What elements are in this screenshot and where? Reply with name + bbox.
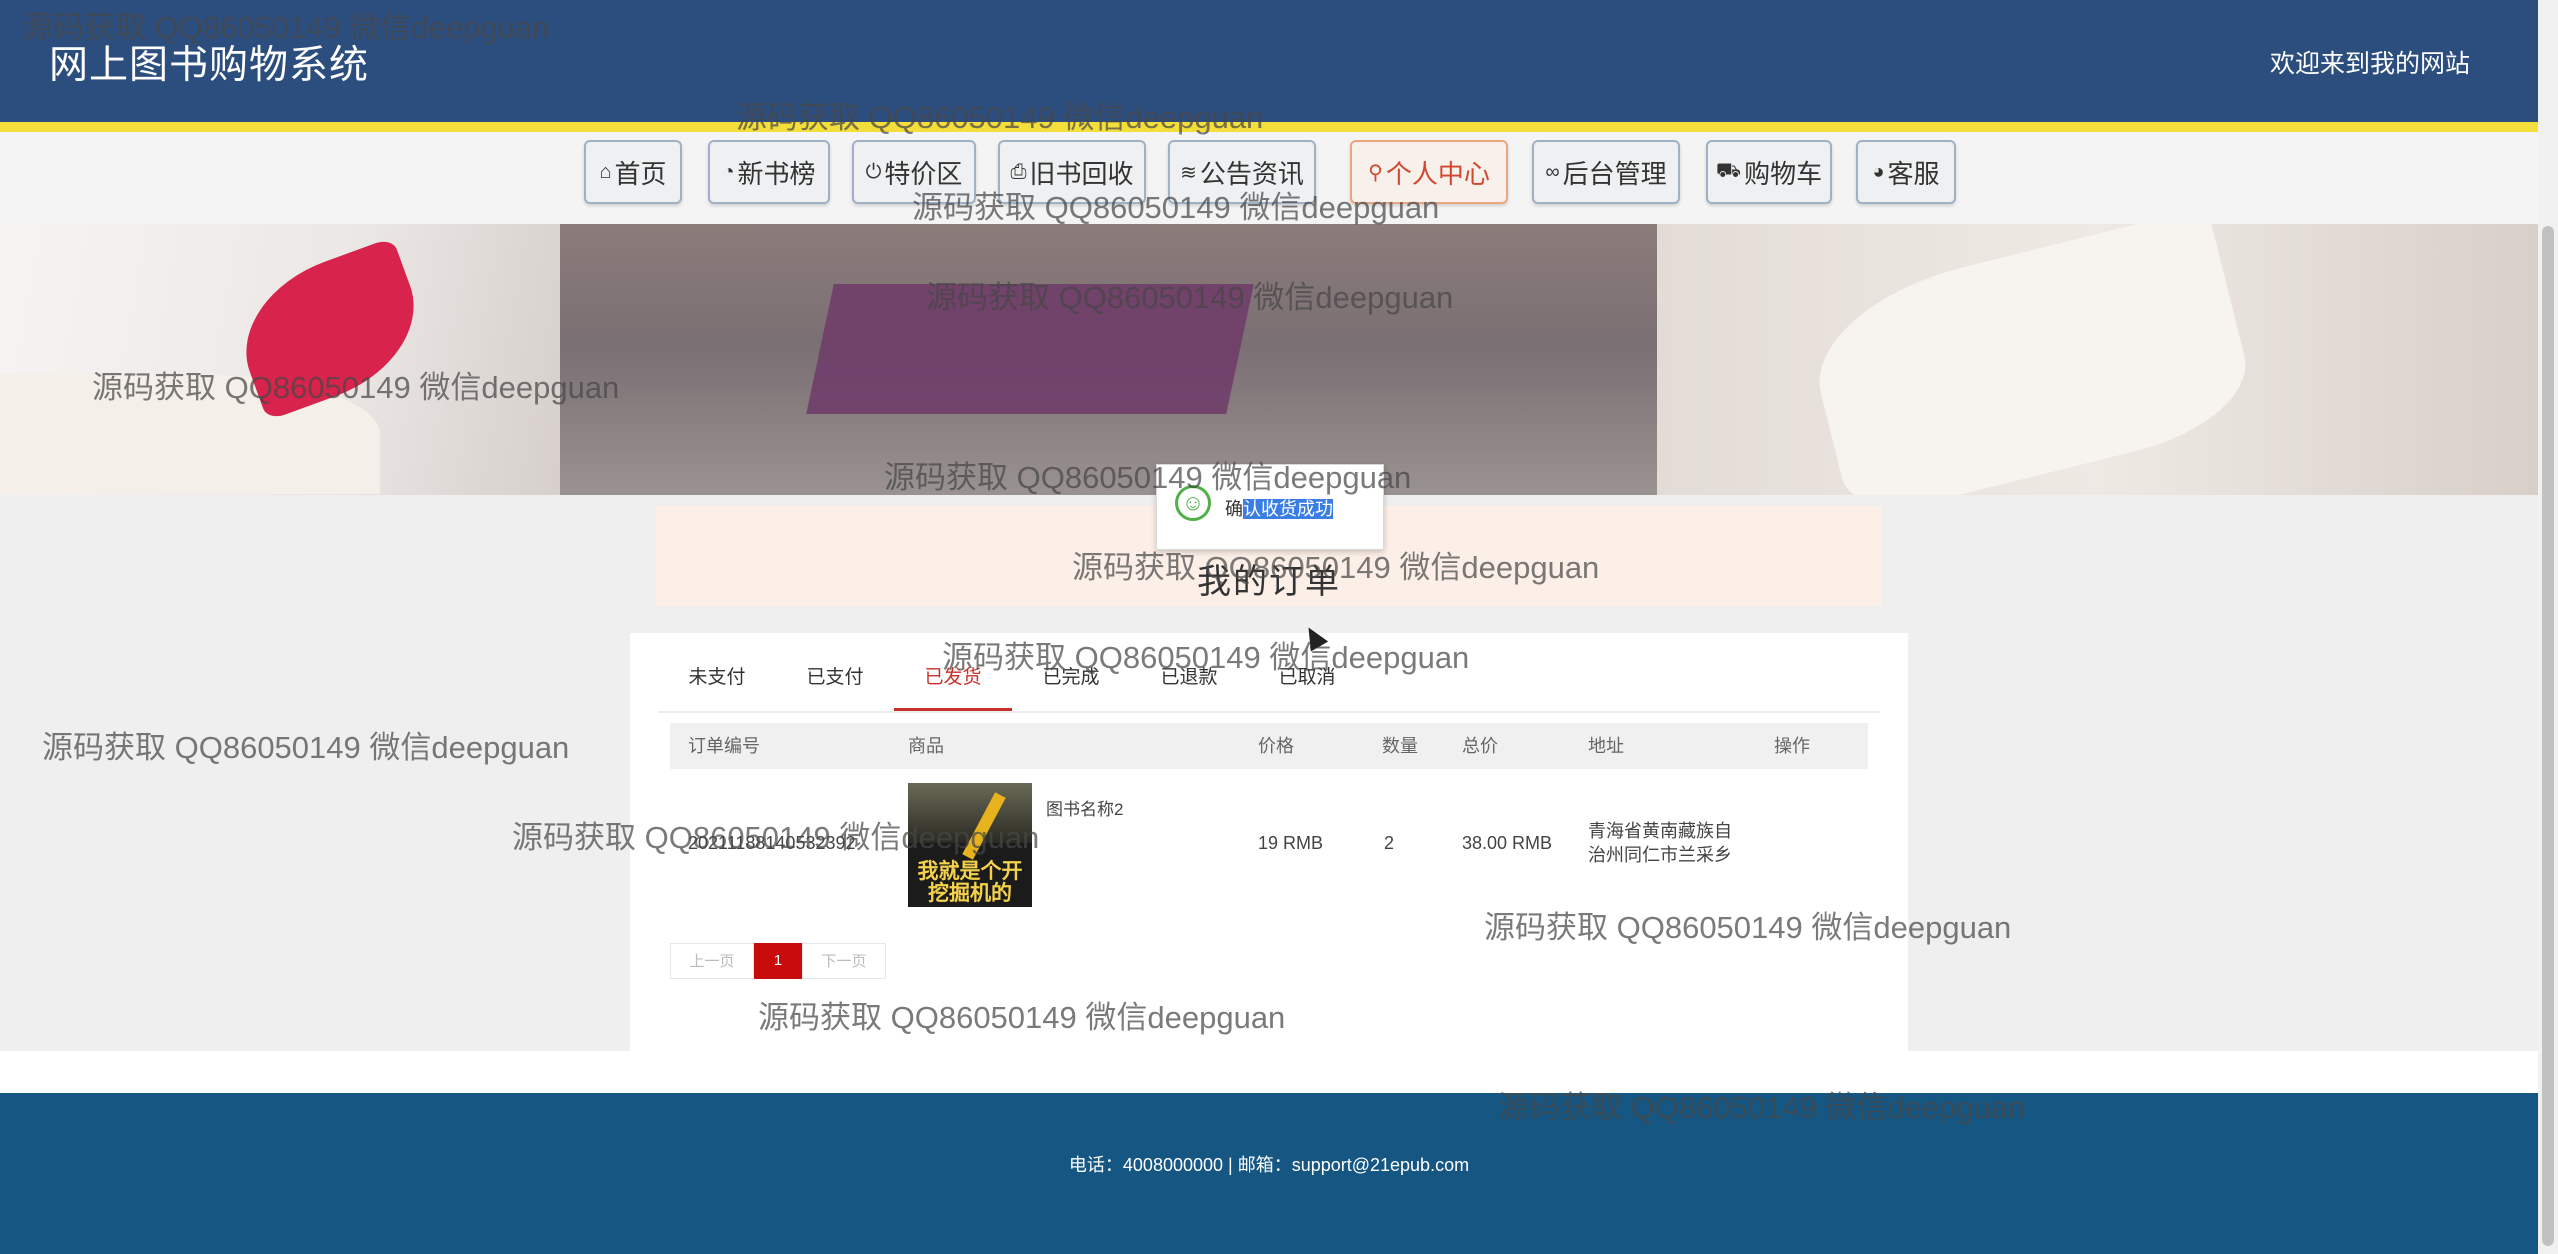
toast-text-prefix: 确 [1225, 499, 1243, 519]
smile-icon: ☺ [1175, 485, 1211, 521]
nav-recycle[interactable]: ⎙ 旧书回收 [998, 140, 1146, 204]
address-value: 青海省黄南藏族自 治州同仁市兰采乡 [1588, 821, 1732, 865]
nav-label: 购物车 [1744, 158, 1823, 189]
nav-label: 新书榜 [737, 158, 816, 189]
page-scrollbar[interactable] [2538, 0, 2558, 1254]
nav-specials[interactable]: ⏻ 特价区 [852, 140, 976, 204]
footer-contact: 电话：4008000000 | 邮箱：support@21epub.com [1068, 1155, 1470, 1175]
site-title: 网上图书购物系统 [49, 44, 370, 87]
home-icon: ⌂ [599, 160, 612, 183]
book-image [806, 284, 1254, 414]
header-accent-stripe [0, 122, 2538, 132]
nav-new-books[interactable]: ◔ 新书榜 [708, 140, 830, 204]
prev-page-button[interactable]: 上一页 [670, 943, 754, 979]
order-tabs: 未支付 已支付 已发货 已完成 已退款 已取消 [658, 647, 1880, 713]
nav-label: 后台管理 [1562, 158, 1667, 189]
printer-icon: ⎙ [1010, 160, 1027, 183]
nav-label: 首页 [614, 158, 667, 189]
dashboard-icon: ◔ [722, 160, 735, 183]
order-number: 20211188140532392 [688, 833, 856, 853]
col-address: 地址 [1588, 736, 1624, 756]
power-icon: ⏻ [865, 160, 882, 183]
nav-support[interactable]: ◕ 客服 [1856, 140, 1956, 204]
toast-message: ☺ 确认收货成功 [1156, 464, 1384, 550]
tab-cancelled[interactable]: 已取消 [1248, 647, 1366, 709]
tab-shipped[interactable]: 已发货 [894, 647, 1012, 711]
nav-cart[interactable]: ⛟ 购物车 [1706, 140, 1832, 204]
footer-separator [0, 1051, 2538, 1093]
orders-card: 未支付 已支付 已发货 已完成 已退款 已取消 订单编号 商品 价格 数量 总价… [630, 633, 1908, 1051]
nav-personal-center[interactable]: ⚲ 个人中心 [1350, 140, 1508, 204]
col-price: 价格 [1258, 736, 1294, 756]
tab-paid[interactable]: 已支付 [776, 647, 894, 709]
col-product: 商品 [908, 736, 944, 756]
nav-announcements[interactable]: ≋ 公告资讯 [1168, 140, 1316, 204]
footer: 电话：4008000000 | 邮箱：support@21epub.com [0, 1093, 2538, 1254]
price-value: 19 RMB [1258, 833, 1324, 853]
tab-unpaid[interactable]: 未支付 [658, 647, 776, 709]
table-header: 订单编号 商品 价格 数量 总价 地址 操作 [670, 723, 1868, 769]
next-page-button[interactable]: 下一页 [802, 943, 886, 979]
scroll-thumb[interactable] [2542, 226, 2554, 1246]
col-total: 总价 [1462, 736, 1498, 756]
nav-home[interactable]: ⌂ 首页 [584, 140, 682, 204]
product-name[interactable]: 图书名称2 [1046, 795, 1123, 820]
col-action: 操作 [1774, 736, 1810, 756]
chat-icon: ◕ [1872, 160, 1885, 183]
tab-completed[interactable]: 已完成 [1012, 647, 1130, 709]
col-order-no: 订单编号 [688, 736, 760, 756]
cover-text: 我就是个开挖掘机的 [917, 860, 1023, 905]
user-icon: ⚲ [1368, 161, 1383, 184]
nav-label: 客服 [1887, 158, 1940, 189]
welcome-text: 欢迎来到我的网站 [2269, 50, 2470, 78]
cart-icon: ⛟ [1715, 159, 1742, 182]
banner-image [0, 224, 2538, 495]
book-cover-image[interactable]: 我就是个开挖掘机的 [908, 783, 1032, 907]
total-value: 38.00 RMB [1462, 833, 1553, 853]
qty-value: 2 [1384, 833, 1395, 853]
nav-label: 公告资讯 [1199, 158, 1304, 189]
nav-label: 旧书回收 [1029, 158, 1134, 189]
link-icon: ∞ [1545, 160, 1560, 183]
page-1-button[interactable]: 1 [754, 943, 802, 979]
nav-label: 特价区 [884, 158, 963, 189]
col-qty: 数量 [1382, 736, 1418, 756]
watermark: 源码获取 QQ86050149 微信deepguan [42, 730, 570, 765]
top-header: 网上图书购物系统 欢迎来到我的网站 [0, 0, 2538, 122]
tab-refunded[interactable]: 已退款 [1130, 647, 1248, 709]
layers-icon: ≋ [1180, 161, 1197, 184]
nav-admin[interactable]: ∞ 后台管理 [1532, 140, 1680, 204]
toast-text-selected: 认收货成功 [1243, 499, 1333, 519]
page-title: 我的订单 [1197, 563, 1341, 601]
nav-label: 个人中心 [1385, 158, 1490, 189]
main-nav: ⌂ 首页 ◔ 新书榜 ⏻ 特价区 ⎙ 旧书回收 ≋ 公告资讯 ⚲ 个人中心 ∞ … [0, 132, 2538, 224]
